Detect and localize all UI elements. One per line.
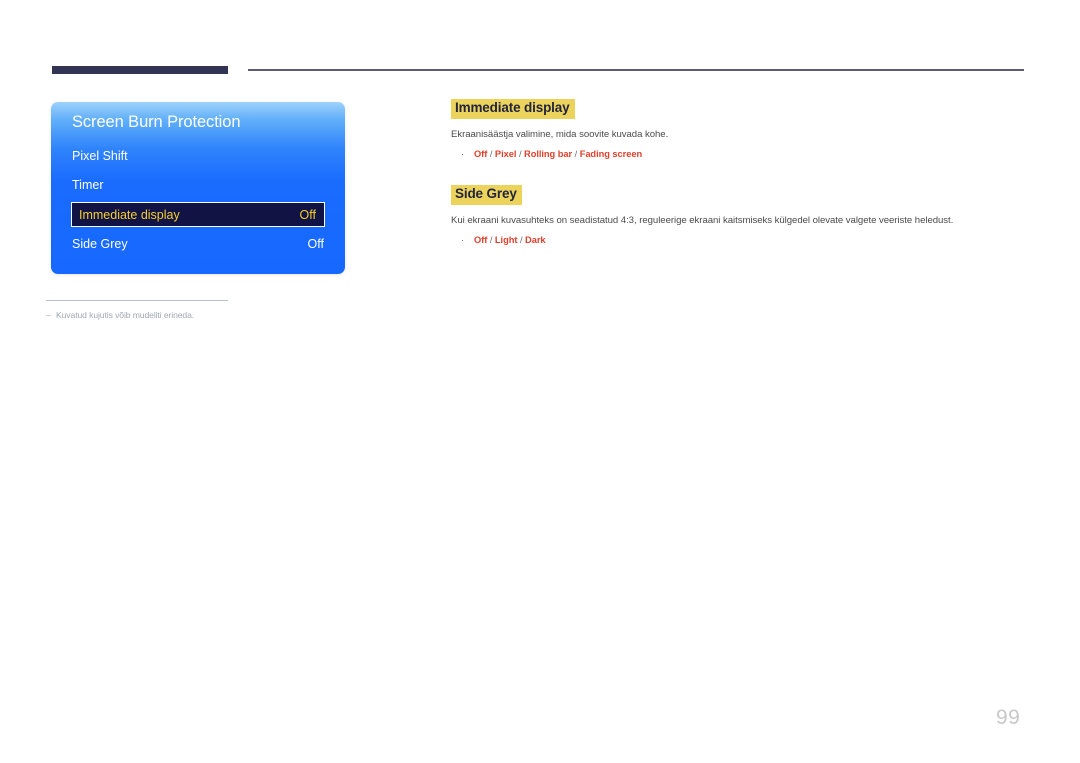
- option-value: Off: [474, 148, 488, 159]
- section-heading: Immediate display: [451, 99, 575, 119]
- osd-item-label: Pixel Shift: [72, 149, 128, 163]
- option-value: Pixel: [494, 148, 517, 159]
- options-item: · Off / Light / Dark: [451, 234, 1031, 247]
- osd-item-label: Immediate display: [79, 208, 180, 222]
- options-list: · Off / Pixel / Rolling bar / Fading scre…: [451, 148, 1031, 161]
- options-item: · Off / Pixel / Rolling bar / Fading scre…: [451, 148, 1031, 161]
- page-header-rules: [0, 0, 1080, 90]
- bullet-icon: ·: [461, 234, 465, 245]
- osd-item-value: Off: [307, 237, 324, 251]
- section-description: Kui ekraani kuvasuhteks on seadistatud 4…: [451, 214, 954, 226]
- option-value: Light: [494, 234, 518, 245]
- option-separator: /: [489, 234, 493, 245]
- osd-item-value: Off: [299, 208, 316, 222]
- header-thin-rule: [248, 69, 1024, 71]
- section-immediate-display: Immediate display Ekraanisäästja valimin…: [451, 99, 1031, 161]
- page-number: 99: [996, 706, 1021, 729]
- option-separator: /: [518, 148, 522, 159]
- bullet-icon: ·: [461, 148, 465, 159]
- footnote-text: Kuvatud kujutis võib mudeliti erineda.: [56, 310, 195, 320]
- option-separator: /: [574, 148, 578, 159]
- osd-menu-item-side-grey[interactable]: Side Grey Off: [72, 232, 324, 256]
- section-side-grey: Side Grey Kui ekraani kuvasuhteks on sea…: [451, 184, 1031, 247]
- options-list: · Off / Light / Dark: [451, 234, 1031, 247]
- header-thick-bar: [52, 66, 228, 74]
- footnote-block: ‒ Kuvatud kujutis võib mudeliti erineda.: [46, 300, 326, 320]
- section-description: Ekraanisäästja valimine, mida soovite ku…: [451, 128, 669, 140]
- footnote-divider: [46, 300, 228, 301]
- osd-panel-title: Screen Burn Protection: [72, 113, 241, 131]
- osd-menu-item-timer[interactable]: Timer: [72, 173, 324, 197]
- footnote-dash-marker: ‒: [46, 310, 51, 320]
- content-column: Immediate display Ekraanisäästja valimin…: [451, 99, 1031, 271]
- option-value: Rolling bar: [524, 148, 573, 159]
- option-separator: /: [519, 234, 523, 245]
- option-value: Off: [474, 234, 488, 245]
- section-heading: Side Grey: [451, 184, 522, 205]
- footnote-text-row: ‒ Kuvatud kujutis võib mudeliti erineda.: [46, 310, 326, 320]
- osd-item-label: Side Grey: [72, 237, 128, 251]
- option-value: Fading screen: [579, 148, 643, 159]
- osd-menu-item-immediate-display-selected[interactable]: Immediate display Off: [71, 202, 325, 227]
- osd-item-label: Timer: [72, 178, 104, 192]
- osd-menu-panel: Screen Burn Protection Pixel Shift Timer…: [51, 102, 345, 274]
- osd-menu-item-pixel-shift[interactable]: Pixel Shift: [72, 144, 324, 168]
- option-value: Dark: [525, 234, 546, 245]
- option-separator: /: [489, 148, 493, 159]
